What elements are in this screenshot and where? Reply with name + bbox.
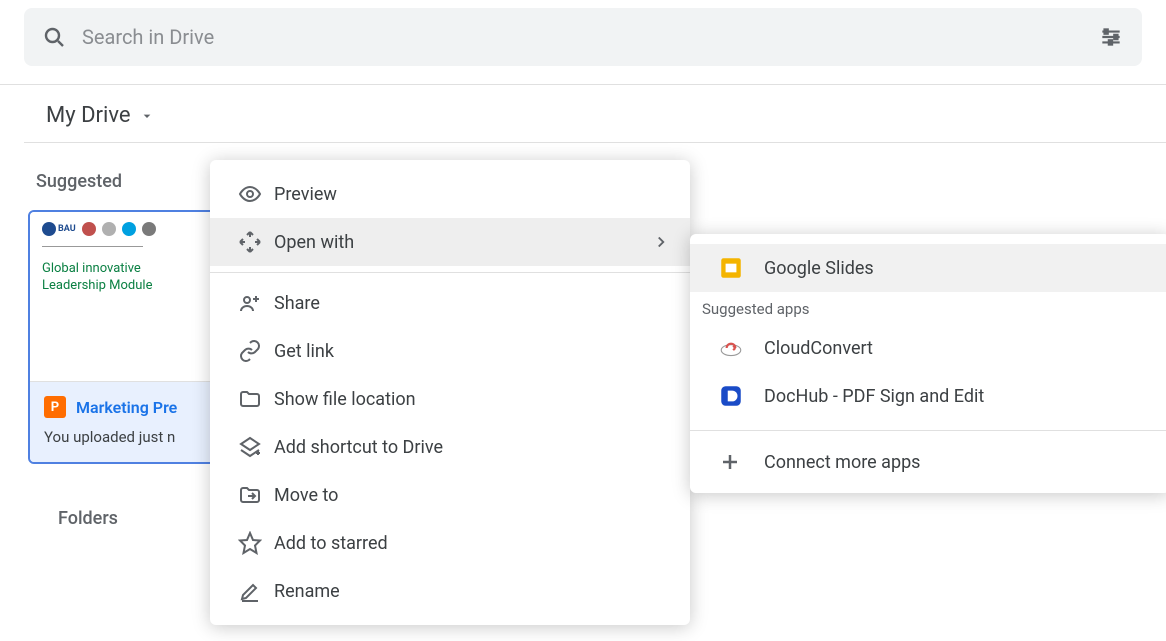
context-menu: Preview Open with Share Get link Show fi… bbox=[210, 160, 690, 625]
folder-icon bbox=[238, 387, 274, 411]
open-with-submenu: Google Slides Suggested apps CloudConver… bbox=[690, 234, 1166, 493]
menu-show-location[interactable]: Show file location bbox=[210, 375, 690, 423]
chevron-down-icon bbox=[139, 108, 155, 124]
search-icon bbox=[42, 25, 66, 49]
file-name: Marketing Pre bbox=[76, 398, 177, 417]
menu-preview[interactable]: Preview bbox=[210, 170, 690, 218]
dochub-icon bbox=[718, 383, 764, 409]
search-input[interactable] bbox=[82, 25, 1098, 49]
search-bar bbox=[24, 8, 1142, 66]
menu-get-link[interactable]: Get link bbox=[210, 327, 690, 375]
menu-add-shortcut[interactable]: Add shortcut to Drive bbox=[210, 423, 690, 471]
eye-icon bbox=[238, 182, 274, 206]
slides-icon bbox=[718, 255, 764, 281]
open-with-icon bbox=[238, 230, 274, 254]
powerpoint-icon: P bbox=[44, 396, 66, 418]
breadcrumb[interactable]: My Drive bbox=[0, 85, 1166, 142]
menu-move-to[interactable]: Move to bbox=[210, 471, 690, 519]
menu-rename[interactable]: Rename bbox=[210, 567, 690, 615]
menu-share[interactable]: Share bbox=[210, 279, 690, 327]
menu-open-with[interactable]: Open with bbox=[210, 218, 690, 266]
submenu-connect-more[interactable]: Connect more apps bbox=[690, 431, 1166, 493]
rename-icon bbox=[238, 579, 274, 603]
link-icon bbox=[238, 339, 274, 363]
shortcut-icon bbox=[238, 435, 274, 459]
submenu-heading: Suggested apps bbox=[690, 292, 1166, 324]
share-icon bbox=[238, 291, 274, 315]
tune-icon[interactable] bbox=[1098, 24, 1124, 50]
move-icon bbox=[238, 483, 274, 507]
breadcrumb-title: My Drive bbox=[46, 103, 131, 128]
submenu-google-slides[interactable]: Google Slides bbox=[690, 244, 1166, 292]
menu-separator bbox=[210, 272, 690, 273]
menu-add-starred[interactable]: Add to starred bbox=[210, 519, 690, 567]
star-icon bbox=[238, 531, 274, 555]
cloudconvert-icon bbox=[718, 335, 764, 361]
chevron-right-icon bbox=[652, 233, 670, 251]
submenu-cloudconvert[interactable]: CloudConvert bbox=[690, 324, 1166, 372]
submenu-dochub[interactable]: DocHub - PDF Sign and Edit bbox=[690, 372, 1166, 420]
plus-icon bbox=[718, 450, 764, 474]
